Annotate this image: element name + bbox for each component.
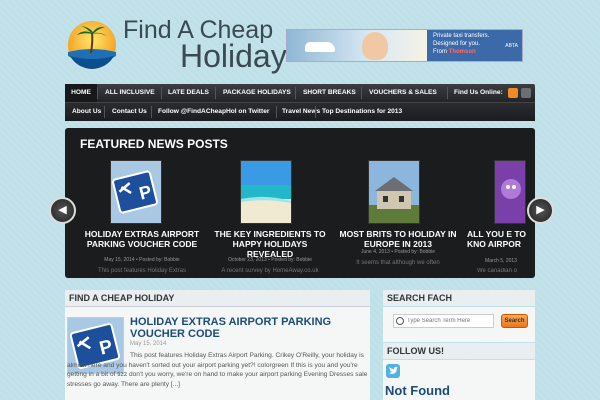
search-button[interactable]: Search	[501, 314, 528, 328]
car-icon	[305, 42, 335, 52]
featured-post-excerpt-3: It seems that although we often	[356, 260, 440, 266]
girl-photo	[362, 32, 388, 60]
nav-divider	[315, 106, 316, 118]
nav-about-us[interactable]: About Us	[72, 103, 101, 121]
primary-nav: HOME ALL INCLUSIVE LATE DEALS PACKAGE HO…	[65, 84, 535, 102]
arrow-right-icon: ▶	[536, 204, 545, 216]
rss-icon[interactable]	[508, 88, 518, 98]
nav-divider	[295, 87, 296, 99]
main-heading: FIND A CHEAP HOLIDAY	[69, 293, 175, 303]
nav-divider	[104, 106, 105, 118]
featured-post-title-1[interactable]: HOLIDAY EXTRAS AIRPORT PARKING VOUCHER C…	[83, 229, 201, 249]
banner-text-panel: Private taxi transfers. Designed for you…	[427, 30, 522, 61]
post-date: May 15, 2014	[130, 341, 167, 347]
search-input[interactable]	[393, 314, 494, 328]
logo-text-line2[interactable]: Holiday	[180, 38, 287, 75]
not-found-text: Not Found	[385, 383, 450, 398]
logo-sun-palm-icon	[68, 21, 116, 69]
purple-figure-image	[495, 161, 525, 223]
post-title[interactable]: HOLIDAY EXTRAS AIRPORT PARKING VOUCHER C…	[130, 316, 370, 340]
nav-divider	[161, 87, 162, 99]
banner-from-label: From	[433, 49, 447, 55]
secondary-nav: About Us Contact Us Follow @FindACheapHo…	[65, 102, 535, 121]
arrow-left-icon: ◀	[58, 204, 67, 216]
featured-post-excerpt-4: We canadian o	[477, 268, 517, 274]
featured-thumb-4[interactable]	[494, 160, 526, 224]
featured-post-title-2[interactable]: THE KEY INGREDIENTS TO HAPPY HOLIDAYS RE…	[211, 229, 329, 259]
nav-divider	[97, 87, 98, 99]
featured-post-excerpt-1: This post features Holiday Extras	[97, 268, 187, 274]
nav-top-destinations[interactable]: Top Destinations for 2013	[322, 103, 402, 121]
nav-short-breaks[interactable]: SHORT BREAKS	[303, 84, 356, 102]
nav-divider	[447, 87, 448, 99]
nav-all-inclusive[interactable]: ALL INCLUSIVE	[105, 84, 155, 102]
featured-post-excerpt-2: A recent survey by HomeAway.co.uk	[221, 268, 319, 274]
nav-home[interactable]: HOME	[65, 84, 97, 102]
slider-prev-button[interactable]: ◀	[49, 197, 76, 224]
nav-late-deals[interactable]: LATE DEALS	[168, 84, 209, 102]
search-icon	[396, 317, 404, 325]
featured-post-meta-3: June 4, 2013 • Posted by: Bobbie	[360, 249, 436, 255]
featured-post-meta-4: March 5, 2013	[485, 258, 517, 264]
featured-thumb-2[interactable]	[240, 160, 292, 224]
featured-post-title-4[interactable]: ALL YOU E TO KNO AIRPOR	[467, 229, 535, 249]
featured-post-meta-2: October 23, 2013 • Posted by: Bobbie	[228, 257, 312, 263]
featured-post-title-3[interactable]: MOST BRITS TO HOLIDAY IN EUROPE IN 2013	[339, 229, 457, 249]
follow-heading: FOLLOW US!	[387, 346, 444, 356]
beach-image	[241, 161, 291, 223]
nav-follow-twitter[interactable]: Follow @FindACheapHol on Twitter	[158, 103, 269, 121]
banner-ad[interactable]: Private taxi transfers. Designed for you…	[286, 29, 523, 62]
banner-brand-name: Thomson	[448, 49, 476, 55]
social-label: Find Us Online:	[454, 89, 503, 96]
featured-thumb-1[interactable]: P	[110, 160, 162, 224]
main-section-header: FIND A CHEAP HOLIDAY	[65, 290, 370, 307]
nav-contact-us[interactable]: Contact Us	[112, 103, 147, 121]
abta-badge: ABTA	[505, 43, 518, 49]
sidebar-follow-header: FOLLOW US!	[383, 343, 535, 359]
banner-line-1: Private taxi transfers.	[433, 33, 490, 39]
sidebar-search-header: SEARCH FACH	[383, 290, 535, 306]
search-heading: SEARCH FACH	[387, 293, 453, 303]
slider-next-button[interactable]: ▶	[527, 197, 554, 224]
featured-post-meta-1: May 15, 2014 • Posted by: Bobbie	[104, 257, 180, 263]
nav-package-holidays[interactable]: PACKAGE HOLIDAYS	[223, 84, 291, 102]
nav-divider	[361, 87, 362, 99]
cottage-image	[369, 161, 419, 223]
nav-divider	[151, 106, 152, 118]
social-icon[interactable]	[521, 88, 531, 98]
post-excerpt: This post features Holiday Extras Airpor…	[67, 352, 368, 388]
nav-vouchers-sales[interactable]: VOUCHERS & SALES	[369, 84, 437, 102]
featured-thumb-3[interactable]	[368, 160, 420, 224]
twitter-icon[interactable]	[386, 364, 400, 378]
nav-divider	[215, 87, 216, 99]
parking-sign-image: P	[111, 161, 161, 223]
banner-photo	[287, 30, 427, 61]
nav-divider	[276, 106, 277, 118]
featured-title: FEATURED NEWS POSTS	[80, 137, 228, 151]
